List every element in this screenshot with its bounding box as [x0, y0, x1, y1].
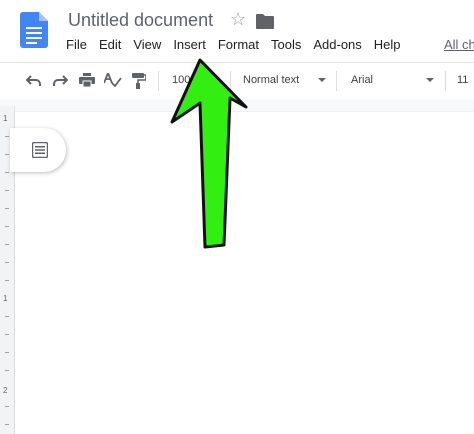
menu-edit[interactable]: Edit	[93, 37, 127, 52]
zoom-select[interactable]: 100%	[172, 74, 200, 86]
menu-format[interactable]: Format	[212, 37, 265, 52]
document-outline-button[interactable]	[10, 128, 66, 172]
paragraph-style-select[interactable]: Normal text	[243, 74, 299, 86]
toolbar-separator	[445, 71, 446, 91]
toolbar-separator	[230, 71, 231, 91]
menu-insert[interactable]: Insert	[167, 37, 212, 52]
ruler-tick	[5, 226, 9, 227]
docs-logo-icon[interactable]	[20, 12, 48, 48]
ruler-label: 1	[3, 294, 8, 303]
ruler-tick	[5, 406, 9, 407]
ruler-tick	[5, 190, 9, 191]
folder-icon[interactable]	[256, 13, 274, 29]
ruler-label: 2	[3, 386, 8, 395]
font-size-select[interactable]: 11	[457, 74, 468, 86]
star-icon[interactable]: ☆	[230, 9, 246, 30]
spellcheck-icon[interactable]	[104, 73, 122, 87]
ruler-tick	[5, 208, 9, 209]
ruler-tick	[5, 280, 9, 281]
menu-help[interactable]: Help	[368, 37, 407, 52]
menu-tools[interactable]: Tools	[265, 37, 307, 52]
ruler-tick	[5, 154, 9, 155]
chevron-down-icon[interactable]	[426, 78, 434, 82]
document-page[interactable]	[15, 112, 474, 434]
toolbar-separator	[336, 71, 337, 91]
ruler-tick	[5, 262, 9, 263]
toolbar-separator	[158, 71, 159, 91]
undo-icon[interactable]	[26, 73, 42, 87]
menu-view[interactable]: View	[127, 37, 167, 52]
paint-format-icon[interactable]	[132, 73, 146, 89]
print-icon[interactable]	[79, 73, 95, 87]
ruler-label: 1	[3, 114, 8, 123]
document-title[interactable]: Untitled document	[68, 10, 213, 31]
ruler-tick	[5, 370, 9, 371]
ruler-tick	[5, 244, 9, 245]
ruler-tick	[5, 136, 9, 137]
ruler-tick	[5, 424, 9, 425]
ruler-tick	[5, 352, 9, 353]
ruler-tick	[5, 334, 9, 335]
ruler-tick	[5, 316, 9, 317]
redo-icon[interactable]	[52, 73, 68, 87]
toolbar: 100% Normal text Arial 11	[0, 62, 474, 100]
menu-addons[interactable]: Add-ons	[307, 37, 367, 52]
all-changes-saved-link[interactable]: All ch	[444, 37, 474, 52]
menu-bar: File Edit View Insert Format Tools Add-o…	[60, 37, 407, 52]
docs-header: Untitled document ☆ File Edit View Inser…	[0, 0, 474, 62]
ruler-tick	[5, 172, 9, 173]
outline-icon	[32, 142, 48, 158]
chevron-down-icon[interactable]	[318, 78, 326, 82]
menu-file[interactable]: File	[60, 37, 93, 52]
font-select[interactable]: Arial	[351, 74, 373, 86]
